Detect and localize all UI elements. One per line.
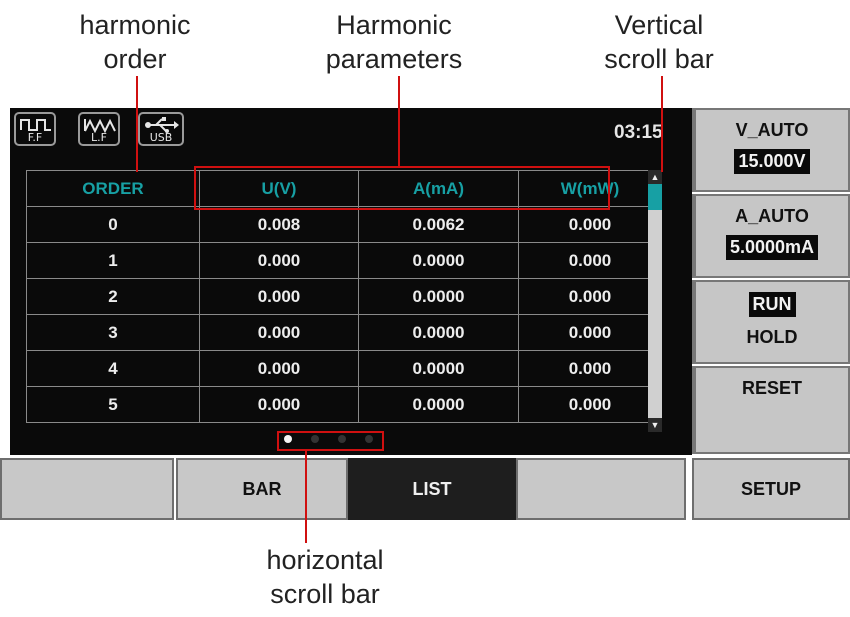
softkey-1[interactable] [0,458,174,520]
annotation-harmonic-parameters: Harmonic parameters [325,10,463,74]
table-row[interactable]: 1 0.000 0.0000 0.000 [26,242,662,279]
order-cell: 0 [26,206,200,243]
current-cell: 0.0062 [358,206,519,243]
current-cell: 0.0000 [358,278,519,315]
softkey-bar[interactable]: BAR [176,458,348,520]
table-row[interactable]: 0 0.008 0.0062 0.000 [26,206,662,243]
lf-waveform-icon: L.F [78,112,120,146]
current-range-value: 5.0000mA [725,235,819,260]
power-cell: 0.000 [518,242,662,279]
ff-waveform-icon: F.F [14,112,56,146]
power-cell: 0.000 [518,314,662,351]
table-row[interactable]: 3 0.000 0.0000 0.000 [26,314,662,351]
current-range-key[interactable]: A_AUTO 5.0000mA [692,194,850,278]
voltage-cell: 0.008 [199,206,359,243]
softkey-4[interactable] [516,458,686,520]
clock: 03:15 [614,122,663,143]
current-cell: 0.0000 [358,350,519,387]
voltage-range-key[interactable]: V_AUTO 15.000V [692,108,850,192]
annotation-harmonic-order: harmonic order [79,10,191,74]
table-row[interactable]: 5 0.000 0.0000 0.000 [26,386,662,423]
leader-line-parameters [398,76,400,166]
order-cell: 4 [26,350,200,387]
current-range-label: A_AUTO [735,206,809,226]
voltage-cell: 0.000 [199,278,359,315]
annotation-vertical-scroll-bar: Vertical scroll bar [604,10,714,74]
run-label: RUN [748,292,796,317]
power-cell: 0.000 [518,386,662,423]
reset-key[interactable]: RESET [692,366,850,454]
horizontal-scrollbar-highlight-box [277,431,384,451]
voltage-range-value: 15.000V [734,149,810,174]
annotation-horizontal-scroll-bar: horizontal scroll bar [266,545,384,609]
voltage-cell: 0.000 [199,350,359,387]
current-cell: 0.0000 [358,242,519,279]
softkey-setup[interactable]: SETUP [692,458,850,520]
table-row[interactable]: 4 0.000 0.0000 0.000 [26,350,662,387]
order-cell: 2 [26,278,200,315]
vertical-scroll-thumb[interactable] [648,184,662,210]
table-row[interactable]: 2 0.000 0.0000 0.000 [26,278,662,315]
order-cell: 1 [26,242,200,279]
voltage-cell: 0.000 [199,314,359,351]
voltage-cell: 0.000 [199,242,359,279]
usb-icon: USB [138,112,184,146]
voltage-cell: 0.000 [199,386,359,423]
current-cell: 0.0000 [358,386,519,423]
parameters-highlight-box [194,166,610,210]
scroll-up-arrow-icon[interactable]: ▲ [648,170,662,184]
hold-label: HOLD [746,327,798,347]
scroll-down-arrow-icon[interactable]: ▼ [648,418,662,432]
current-cell: 0.0000 [358,314,519,351]
device-screen: F.F L.F USB 03:15 ORDER U(V) A(mA) W(mW) [10,108,692,455]
leader-line-order [136,76,138,172]
power-cell: 0.000 [518,278,662,315]
order-cell: 5 [26,386,200,423]
run-hold-key[interactable]: RUN HOLD [692,280,850,364]
softkey-list[interactable]: LIST [348,458,516,520]
vertical-scrollbar[interactable]: ▲ ▼ [648,170,662,432]
reset-label: RESET [741,378,802,398]
voltage-range-label: V_AUTO [735,120,809,140]
leader-line-vertical-scroll [661,76,663,172]
leader-line-horizontal-scroll [305,451,307,543]
order-cell: 3 [26,314,200,351]
power-cell: 0.000 [518,350,662,387]
column-header-order: ORDER [26,170,200,207]
power-cell: 0.000 [518,206,662,243]
